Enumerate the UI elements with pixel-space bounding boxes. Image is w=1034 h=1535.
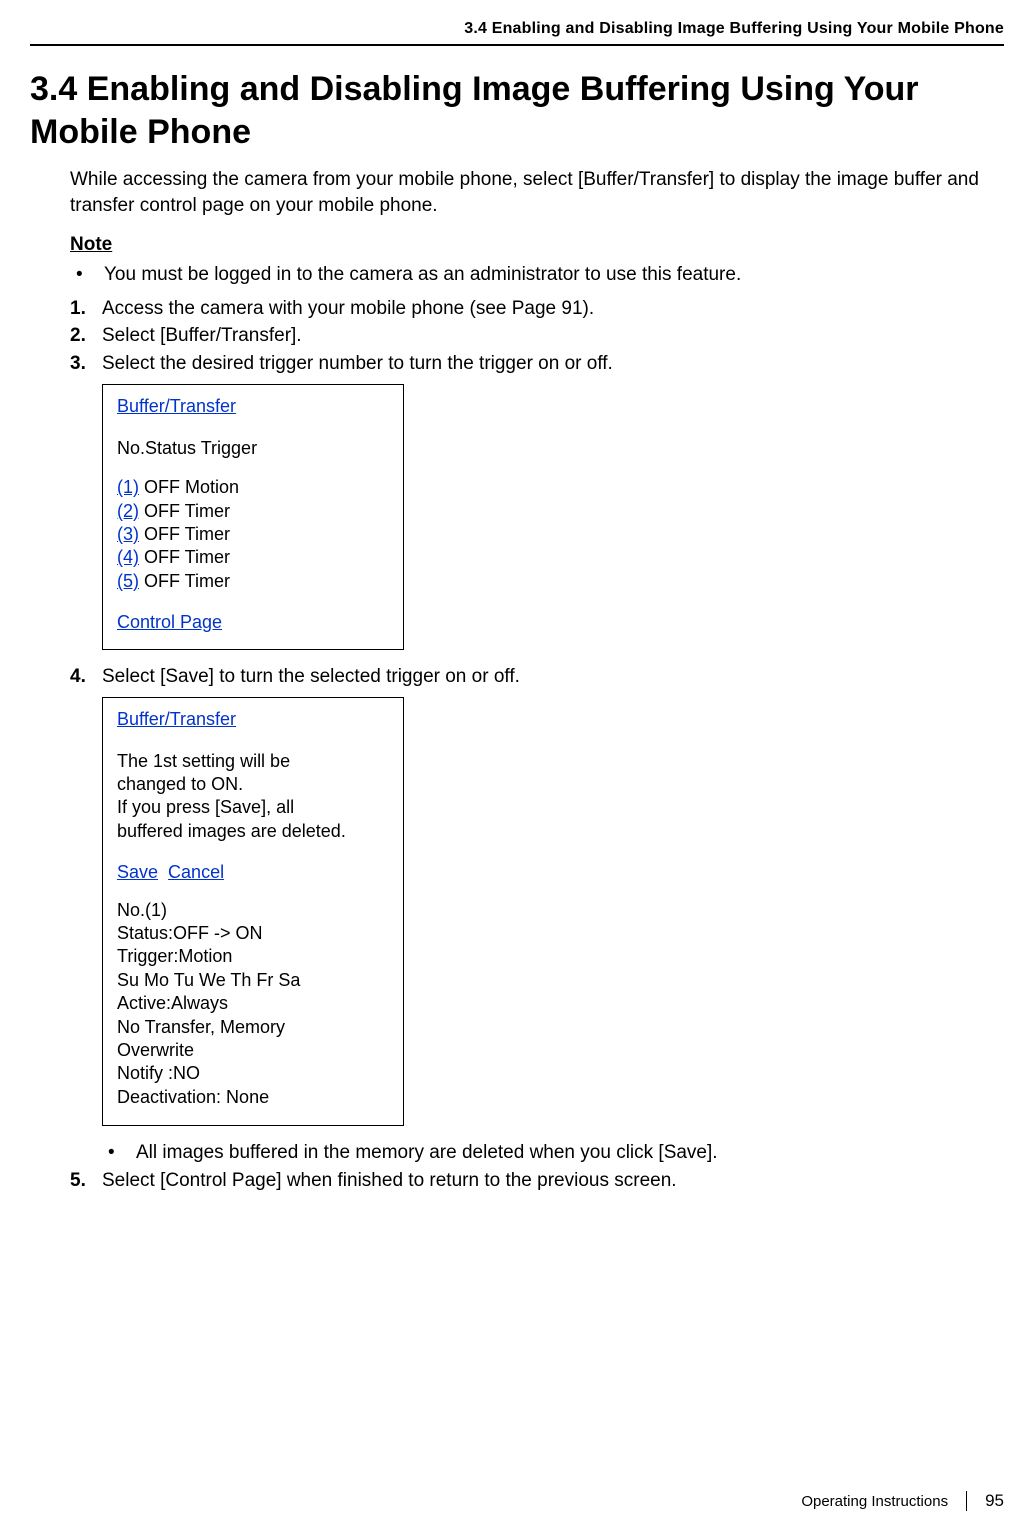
table-row: (1) OFF Motion: [117, 476, 389, 499]
screenshot-title: Buffer/Transfer: [117, 708, 236, 731]
msg-line: If you press [Save], all: [117, 796, 389, 819]
table-row: (5) OFF Timer: [117, 570, 389, 593]
detail-line: Overwrite: [117, 1039, 389, 1062]
table-header: No.Status Trigger: [117, 437, 389, 460]
table-row: (4) OFF Timer: [117, 546, 389, 569]
footer-divider: [966, 1491, 967, 1511]
detail-line: Trigger:Motion: [117, 945, 389, 968]
step-text: Select [Buffer/Transfer].: [102, 325, 302, 346]
trigger-link-5[interactable]: (5): [117, 571, 139, 591]
trigger-link-2[interactable]: (2): [117, 501, 139, 521]
step-text: Select [Control Page] when finished to r…: [102, 1170, 677, 1191]
detail-line: Active:Always: [117, 992, 389, 1015]
cancel-link[interactable]: Cancel: [168, 862, 224, 882]
trigger-link-4[interactable]: (4): [117, 547, 139, 567]
note-list: You must be logged in to the camera as a…: [70, 262, 1004, 288]
row-rest: OFF Timer: [139, 501, 230, 521]
table-row: (2) OFF Timer: [117, 500, 389, 523]
detail-line: Status:OFF -> ON: [117, 922, 389, 945]
detail-line: No.(1): [117, 899, 389, 922]
step-1: Access the camera with your mobile phone…: [70, 296, 1004, 322]
row-rest: OFF Timer: [139, 571, 230, 591]
step-4: Select [Save] to turn the selected trigg…: [70, 664, 1004, 1166]
intro-paragraph: While accessing the camera from your mob…: [70, 167, 1004, 218]
step-2: Select [Buffer/Transfer].: [70, 323, 1004, 349]
running-header: 3.4 Enabling and Disabling Image Bufferi…: [30, 20, 1004, 38]
screenshot-title: Buffer/Transfer: [117, 395, 236, 418]
msg-line: changed to ON.: [117, 773, 389, 796]
steps-list: Access the camera with your mobile phone…: [70, 296, 1004, 1194]
page-number: 95: [985, 1491, 1004, 1511]
note-item: You must be logged in to the camera as a…: [104, 262, 1004, 288]
detail-line: Notify :NO: [117, 1062, 389, 1085]
detail-line: Deactivation: None: [117, 1086, 389, 1109]
mobile-screenshot-2: Buffer/Transfer The 1st setting will be …: [102, 697, 404, 1126]
body: While accessing the camera from your mob…: [70, 167, 1004, 1193]
header-rule: [30, 44, 1004, 46]
msg-line: buffered images are deleted.: [117, 820, 389, 843]
row-rest: OFF Timer: [139, 524, 230, 544]
step-text: Access the camera with your mobile phone…: [102, 298, 594, 319]
step-5: Select [Control Page] when finished to r…: [70, 1168, 1004, 1194]
section-title: 3.4 Enabling and Disabling Image Bufferi…: [30, 68, 1004, 153]
step-3: Select the desired trigger number to tur…: [70, 351, 1004, 650]
step-4-note: All images buffered in the memory are de…: [102, 1140, 1004, 1166]
detail-line: No Transfer, Memory: [117, 1016, 389, 1039]
note-heading: Note: [70, 232, 1004, 258]
trigger-link-1[interactable]: (1): [117, 477, 139, 497]
row-rest: OFF Motion: [139, 477, 239, 497]
page-footer: Operating Instructions 95: [801, 1491, 1004, 1511]
table-row: (3) OFF Timer: [117, 523, 389, 546]
mobile-screenshot-1: Buffer/Transfer No.Status Trigger (1) OF…: [102, 384, 404, 649]
msg-line: The 1st setting will be: [117, 750, 389, 773]
step-text: Select the desired trigger number to tur…: [102, 353, 613, 374]
detail-line: Su Mo Tu We Th Fr Sa: [117, 969, 389, 992]
save-link[interactable]: Save: [117, 862, 158, 882]
page: 3.4 Enabling and Disabling Image Bufferi…: [0, 0, 1034, 1535]
row-rest: OFF Timer: [139, 547, 230, 567]
trigger-link-3[interactable]: (3): [117, 524, 139, 544]
control-page-link[interactable]: Control Page: [117, 612, 222, 632]
footer-doc-title: Operating Instructions: [801, 1493, 948, 1510]
step-text: Select [Save] to turn the selected trigg…: [102, 666, 520, 687]
step-4-bullet: All images buffered in the memory are de…: [136, 1140, 1004, 1166]
